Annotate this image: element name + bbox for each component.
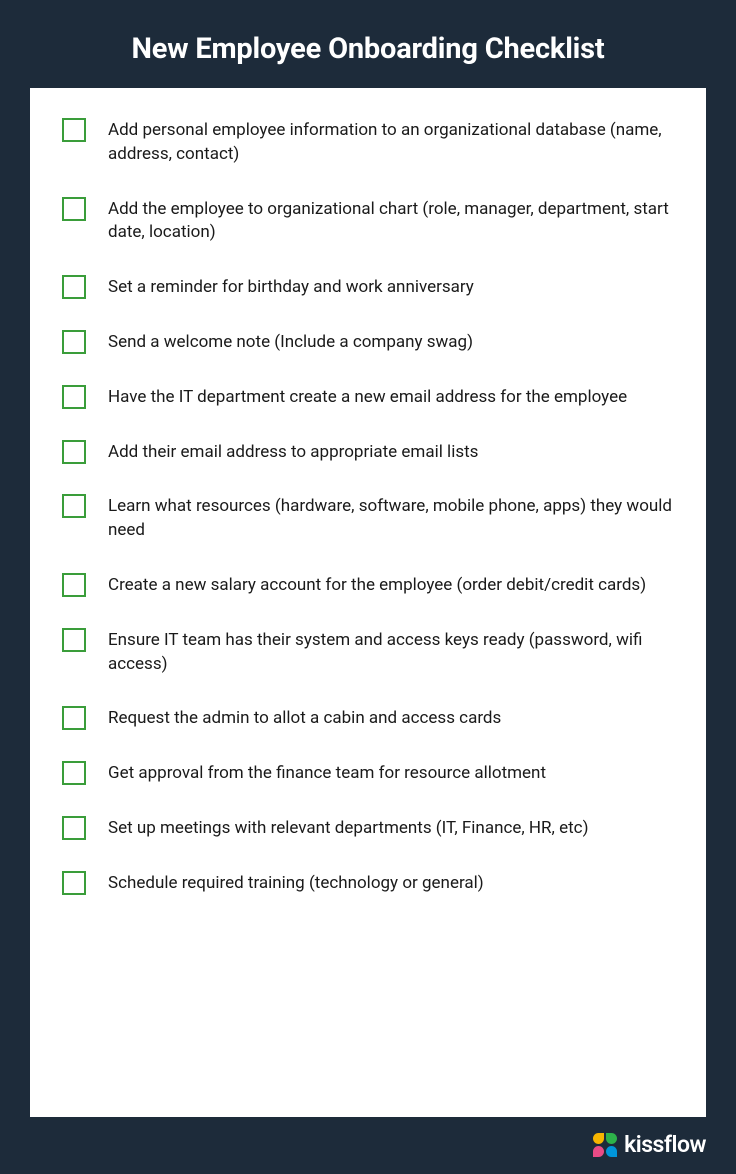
checkbox-icon[interactable] <box>62 197 86 221</box>
checklist-item: Send a welcome note (Include a company s… <box>62 330 674 355</box>
checkbox-icon[interactable] <box>62 706 86 730</box>
checklist-item: Set a reminder for birthday and work ann… <box>62 275 674 300</box>
checkbox-icon[interactable] <box>62 385 86 409</box>
checkbox-icon[interactable] <box>62 118 86 142</box>
checklist-card: Add personal employee information to an … <box>30 88 706 1117</box>
brand-text: kissflow <box>624 1131 706 1158</box>
checklist-item-text: Add their email address to appropriate e… <box>108 440 478 465</box>
checkbox-icon[interactable] <box>62 440 86 464</box>
checklist-item-text: Schedule required training (technology o… <box>108 871 484 896</box>
checkbox-icon[interactable] <box>62 494 86 518</box>
checklist-item-text: Ensure IT team has their system and acce… <box>108 628 674 677</box>
checklist-item-text: Set a reminder for birthday and work ann… <box>108 275 474 300</box>
checklist-item: Add the employee to organizational chart… <box>62 197 674 246</box>
kissflow-icon <box>592 1132 618 1158</box>
brand-logo: kissflow <box>592 1131 706 1158</box>
checklist-item: Set up meetings with relevant department… <box>62 816 674 841</box>
checklist-item-text: Request the admin to allot a cabin and a… <box>108 706 501 731</box>
checklist-item: Create a new salary account for the empl… <box>62 573 674 598</box>
checkbox-icon[interactable] <box>62 761 86 785</box>
checklist-item: Ensure IT team has their system and acce… <box>62 628 674 677</box>
checkbox-icon[interactable] <box>62 330 86 354</box>
checklist-item: Schedule required training (technology o… <box>62 871 674 896</box>
checkbox-icon[interactable] <box>62 573 86 597</box>
checklist-item: Add their email address to appropriate e… <box>62 440 674 465</box>
footer: kissflow <box>30 1117 706 1158</box>
checklist-item: Learn what resources (hardware, software… <box>62 494 674 543</box>
checkbox-icon[interactable] <box>62 871 86 895</box>
checklist-item-text: Get approval from the finance team for r… <box>108 761 546 786</box>
page-title: New Employee Onboarding Checklist <box>30 32 706 66</box>
checklist-item-text: Send a welcome note (Include a company s… <box>108 330 473 355</box>
checklist-item-text: Learn what resources (hardware, software… <box>108 494 674 543</box>
checklist-item-text: Set up meetings with relevant department… <box>108 816 589 841</box>
checkbox-icon[interactable] <box>62 816 86 840</box>
checklist-item: Add personal employee information to an … <box>62 118 674 167</box>
checklist-item: Get approval from the finance team for r… <box>62 761 674 786</box>
checklist-item-text: Have the IT department create a new emai… <box>108 385 627 410</box>
checklist-item-text: Add the employee to organizational chart… <box>108 197 674 246</box>
checkbox-icon[interactable] <box>62 628 86 652</box>
checkbox-icon[interactable] <box>62 275 86 299</box>
checklist-item: Have the IT department create a new emai… <box>62 385 674 410</box>
checklist-item-text: Create a new salary account for the empl… <box>108 573 646 598</box>
checklist-item: Request the admin to allot a cabin and a… <box>62 706 674 731</box>
checklist-item-text: Add personal employee information to an … <box>108 118 674 167</box>
